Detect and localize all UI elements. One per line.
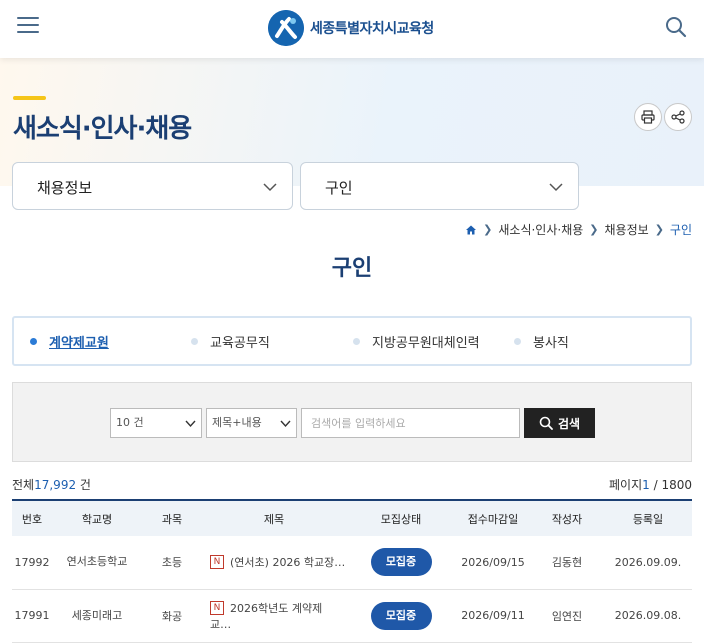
cell-number: 17992 [14,555,50,569]
page-info: 페이지1 / 1800 [609,476,692,493]
cell-title: N 2026학년도 계약제 교… [202,589,346,642]
share-icon [671,110,685,124]
chevron-down-icon [549,183,563,192]
chevron-down-icon [185,420,196,428]
menu-icon[interactable] [17,17,39,37]
cell-author: 김동현 [551,556,583,570]
category-select[interactable]: 채용정보 [12,162,293,210]
column-header: 과목 [161,512,183,526]
subcategory-select-label: 구인 [325,179,353,197]
new-badge-icon: N [210,555,224,570]
tab-bullet-icon [353,338,360,345]
column-header: 접수마감일 [467,512,519,526]
logo-text: 세종특별자치시교육청 [310,21,434,37]
search-input[interactable] [301,408,520,438]
total-prefix: 전체 [12,478,35,492]
cell-status: 모집중 [346,536,456,589]
search-button-label: 검색 [557,416,581,431]
page-current: 1 [642,478,650,492]
breadcrumb-separator-icon: ❯ [483,223,493,236]
cell-number: 17991 [14,609,50,622]
column-header: 제목 [263,512,285,526]
cell-school: 연서초등학교 [66,555,128,569]
tab-bullet-icon [191,338,198,345]
new-badge-icon: N [210,600,224,615]
logo-emblem-icon [268,10,304,46]
breadcrumb-separator-icon: ❯ [589,223,599,236]
column-header: 등록일 [632,512,664,526]
logo[interactable]: 세종특별자치시교육청 [268,8,434,48]
search-panel: 10 건 제목+내용 검색 [12,382,692,462]
tab-education-staff[interactable]: 교육공무직 [191,332,270,351]
share-button[interactable] [664,103,692,131]
cell-subject: 초등 [161,556,183,570]
print-icon [641,110,655,124]
total-number: 17,992 [34,478,77,492]
chevron-down-icon [263,183,277,192]
search-icon [539,416,553,430]
breadcrumb: ❯ 새소식·인사·채용 ❯ 채용정보 ❯ 구인 [465,221,692,238]
top-header: 세종특별자치시교육청 [0,0,704,58]
page-title: 새소식·인사·채용 [13,114,192,144]
job-posting-table: 번호 학교명 과목 제목 모집상태 접수마감일 작성자 등록일 17992 연서… [12,499,692,643]
section-title: 구인 [331,256,373,281]
title-accent-bar [13,96,46,100]
table-row[interactable]: 17992 연서초등학교 초등 N (연서초) 2026 학교장… 모집중 202… [12,536,692,589]
search-field-select[interactable]: 제목+내용 [206,408,297,438]
page-total: / 1800 [653,478,692,492]
category-select-label: 채용정보 [37,179,93,197]
print-button[interactable] [634,103,662,131]
category-tabs: 계약제교원 교육공무직 지방공무원대체인력 봉사직 [12,316,692,366]
cell-date: 2026.09.08. [614,609,682,622]
total-suffix: 건 [79,478,91,492]
status-badge: 모집중 [370,548,432,577]
cell-subject: 화공 [161,609,183,623]
page-size-select[interactable]: 10 건 [110,408,202,438]
search-button[interactable]: 검색 [524,408,595,438]
breadcrumb-item[interactable]: 채용정보 [605,221,649,238]
breadcrumb-separator-icon: ❯ [654,223,664,236]
tab-label: 지방공무원대체인력 [372,336,480,351]
home-icon[interactable] [465,224,477,236]
cell-school: 세종미래고 [71,608,123,622]
cell-author: 임연진 [551,609,583,623]
tab-volunteer[interactable]: 봉사직 [514,332,569,351]
tab-label: 교육공무직 [210,336,270,351]
cell-title: N (연서초) 2026 학교장… [202,536,346,589]
column-header: 학교명 [81,512,113,526]
tab-local-substitute[interactable]: 지방공무원대체인력 [353,332,480,351]
chevron-down-icon [280,420,291,428]
post-title-link[interactable]: 2026학년도 계약제 교… [210,602,322,631]
tab-label: 봉사직 [533,336,569,351]
breadcrumb-current: 구인 [669,223,692,237]
column-header: 작성자 [551,512,583,526]
tab-bullet-icon [30,338,37,345]
tab-contract-teacher[interactable]: 계약제교원 [30,332,109,351]
page-prefix: 페이지 [609,478,643,492]
column-header: 모집상태 [380,512,422,526]
tab-bullet-icon [514,338,521,345]
cell-deadline: 2026/09/15 [461,555,525,569]
table-row[interactable]: 17991 세종미래고 화공 N 2026학년도 계약제 교… 모집중 2026/… [12,589,692,642]
table-header-row: 번호 학교명 과목 제목 모집상태 접수마감일 작성자 등록일 [12,500,692,536]
search-icon[interactable] [664,15,688,39]
page-size-value: 10 건 [116,416,144,429]
tab-label: 계약제교원 [49,336,109,351]
search-field-value: 제목+내용 [212,416,262,429]
cell-deadline: 2026/09/11 [461,609,525,622]
column-header: 번호 [21,512,43,526]
post-title-link[interactable]: (연서초) 2026 학교장… [230,556,345,569]
status-badge: 모집중 [370,601,432,630]
total-count: 전체17,992 건 [12,476,91,493]
cell-status: 모집중 [346,589,456,642]
cell-date: 2026.09.09. [614,555,682,569]
breadcrumb-item[interactable]: 새소식·인사·채용 [498,221,583,238]
subcategory-select[interactable]: 구인 [300,162,579,210]
